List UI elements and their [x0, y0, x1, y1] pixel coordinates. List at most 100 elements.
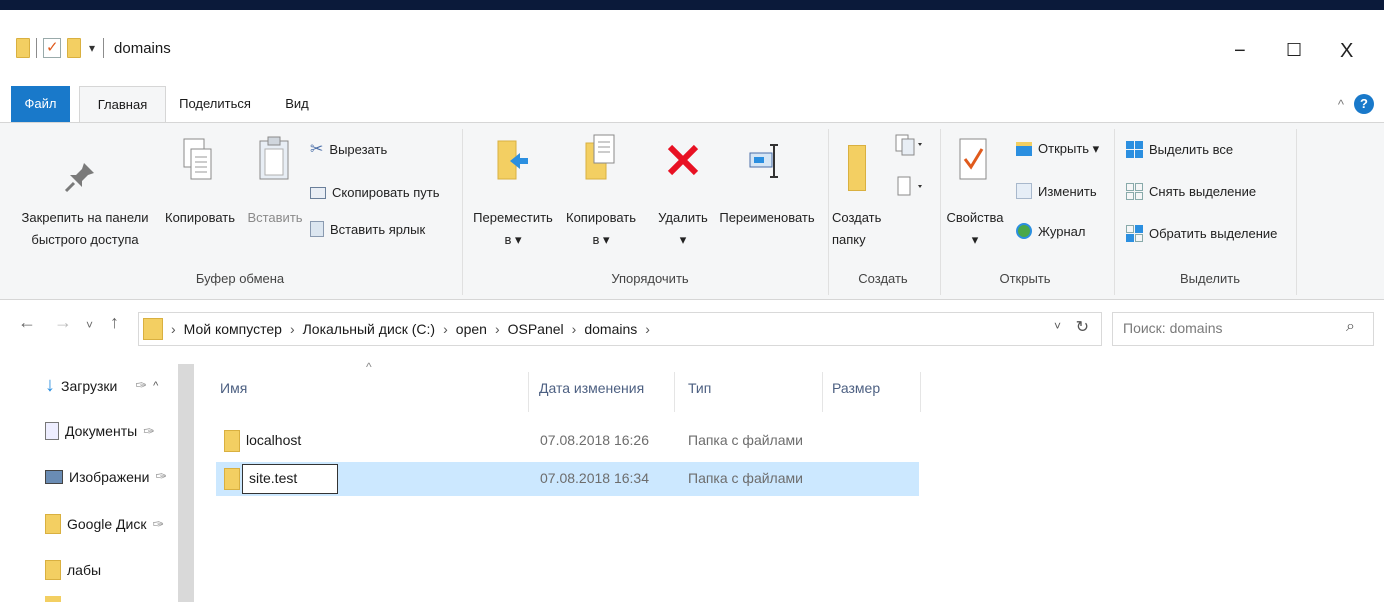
- column-header-size[interactable]: Размер: [832, 380, 880, 396]
- maximize-button[interactable]: ☐: [1286, 40, 1302, 61]
- paste-shortcut-label: Вставить ярлык: [330, 221, 426, 237]
- pin-icon[interactable]: ✑: [143, 423, 155, 440]
- properties-button[interactable]: Свойства ▾: [944, 207, 1006, 251]
- breadcrumb-item[interactable]: OSPanel: [508, 321, 564, 337]
- tab-view[interactable]: Вид: [274, 86, 320, 122]
- tab-share[interactable]: Поделиться: [170, 86, 260, 122]
- breadcrumb-chevron-icon[interactable]: ›: [443, 321, 448, 337]
- breadcrumb-chevron-icon[interactable]: ›: [645, 321, 650, 337]
- tab-file[interactable]: Файл: [11, 86, 70, 122]
- paste-button[interactable]: Вставить: [242, 207, 308, 229]
- select-none-button[interactable]: Снять выделение: [1126, 183, 1256, 200]
- file-type: Папка с файлами: [688, 432, 803, 448]
- nav-item-label: Документы: [65, 423, 138, 439]
- close-button[interactable]: X: [1340, 40, 1353, 63]
- edit-label: Изменить: [1038, 183, 1097, 199]
- breadcrumb-item[interactable]: Локальный диск (C:): [303, 321, 436, 337]
- refresh-icon[interactable]: ↻: [1076, 317, 1089, 337]
- breadcrumb-chevron-icon[interactable]: ›: [171, 321, 176, 337]
- breadcrumb-item[interactable]: open: [456, 321, 487, 337]
- invert-selection-button[interactable]: Обратить выделение: [1126, 225, 1277, 242]
- open-group-label: Открыть: [999, 271, 1051, 286]
- breadcrumb-item[interactable]: Мой компустер: [184, 321, 282, 337]
- group-separator: [1114, 129, 1115, 295]
- document-icon: [45, 422, 59, 440]
- breadcrumb-chevron-icon[interactable]: ›: [495, 321, 500, 337]
- select-all-icon: [1126, 141, 1143, 158]
- column-divider[interactable]: [528, 372, 529, 412]
- cut-label: Вырезать: [329, 141, 388, 157]
- new-folder-icon: [848, 145, 866, 191]
- paste-shortcut-button[interactable]: Вставить ярлык: [310, 221, 425, 237]
- history-button[interactable]: Журнал: [1016, 223, 1085, 239]
- properties-check-icon[interactable]: [43, 38, 61, 58]
- delete-button[interactable]: Удалить ▾: [652, 207, 714, 251]
- pin-icon[interactable]: ✑: [152, 516, 164, 533]
- address-box[interactable]: › Мой компустер › Локальный диск (C:) › …: [138, 312, 1102, 346]
- invert-selection-icon: [1126, 225, 1143, 242]
- delete-dropdown: ▾: [679, 232, 687, 247]
- column-header-date[interactable]: Дата изменения: [539, 380, 644, 396]
- nav-item-pictures[interactable]: Изображени ✑: [45, 468, 167, 485]
- copy-path-label: Скопировать путь: [332, 185, 440, 200]
- nav-item-google-drive[interactable]: Google Диск ✑: [45, 514, 164, 534]
- select-all-button[interactable]: Выделить все: [1126, 141, 1233, 158]
- table-row[interactable]: localhost 07.08.2018 16:26 Папка с файла…: [216, 424, 919, 458]
- breadcrumb-chevron-icon[interactable]: ›: [572, 321, 577, 337]
- tab-home[interactable]: Главная: [79, 86, 166, 123]
- new-folder-icon[interactable]: [67, 38, 81, 58]
- address-dropdown-icon[interactable]: ˅: [1054, 319, 1061, 333]
- folder-icon: [143, 318, 163, 340]
- recent-locations-chevron-icon[interactable]: ˅: [86, 318, 93, 332]
- up-arrow-icon[interactable]: ↑: [110, 312, 119, 333]
- cut-button[interactable]: ✂ Вырезать: [310, 139, 387, 159]
- paste-icon: [259, 136, 289, 180]
- column-header-type[interactable]: Тип: [688, 380, 711, 396]
- file-name[interactable]: localhost: [246, 432, 301, 448]
- copy-to-dropdown: в ▾: [592, 232, 610, 247]
- pin-label-line2: быстрого доступа: [31, 232, 139, 247]
- sort-ascending-icon: ^: [366, 360, 372, 374]
- history-label: Журнал: [1038, 223, 1086, 239]
- copy-to-label: Копировать: [566, 210, 636, 225]
- nav-item-documents[interactable]: Документы ✑: [45, 422, 155, 440]
- rename-button[interactable]: Переименовать: [712, 207, 822, 229]
- column-divider[interactable]: [920, 372, 921, 412]
- column-divider[interactable]: [822, 372, 823, 412]
- minimize-button[interactable]: −: [1234, 40, 1246, 63]
- help-icon[interactable]: ?: [1354, 94, 1374, 114]
- copy-button[interactable]: Копировать: [160, 207, 240, 229]
- search-input[interactable]: Поиск: domains: [1112, 312, 1374, 346]
- nav-item-labs[interactable]: лабы: [45, 560, 101, 580]
- copy-path-button[interactable]: Скопировать путь: [310, 185, 440, 200]
- new-folder-button[interactable]: Создать папку: [832, 207, 892, 251]
- properties-label: Свойства: [946, 210, 1004, 225]
- divider: [36, 38, 37, 58]
- column-divider[interactable]: [674, 372, 675, 412]
- breadcrumb-item[interactable]: domains: [584, 321, 637, 337]
- customize-toolbar-dropdown-icon[interactable]: ▾: [89, 41, 95, 55]
- rename-input[interactable]: site.test: [242, 464, 338, 494]
- collapse-ribbon-icon[interactable]: ^: [1338, 97, 1344, 112]
- easy-access-icon[interactable]: [894, 175, 924, 199]
- nav-pane-scrollbar[interactable]: [178, 364, 194, 602]
- copy-to-button[interactable]: Копировать в ▾: [558, 207, 644, 251]
- pin-quick-access-button[interactable]: Закрепить на панели быстрого доступа: [10, 207, 160, 251]
- search-icon[interactable]: ⌕: [1346, 318, 1355, 336]
- column-header-name[interactable]: Имя: [220, 380, 247, 396]
- pin-icon[interactable]: ✑: [135, 377, 147, 394]
- pin-icon[interactable]: ✑: [155, 468, 167, 485]
- delete-icon: [667, 144, 699, 176]
- new-item-icon[interactable]: [894, 133, 924, 157]
- forward-arrow-icon[interactable]: →: [54, 312, 72, 333]
- back-arrow-icon[interactable]: ←: [18, 312, 36, 333]
- edit-button[interactable]: Изменить: [1016, 183, 1097, 199]
- breadcrumb-chevron-icon[interactable]: ›: [290, 321, 295, 337]
- open-button[interactable]: Открыть ▾: [1016, 141, 1099, 157]
- table-row-selected[interactable]: site.test 07.08.2018 16:34 Папка с файла…: [216, 462, 919, 496]
- open-icon: [1016, 142, 1032, 156]
- nav-item-downloads[interactable]: ↓ Загрузки ✑ ^: [45, 374, 158, 397]
- select-group-label: Выделить: [1180, 271, 1240, 286]
- collapse-icon[interactable]: ^: [153, 380, 158, 392]
- move-to-button[interactable]: Переместить в ▾: [468, 207, 558, 251]
